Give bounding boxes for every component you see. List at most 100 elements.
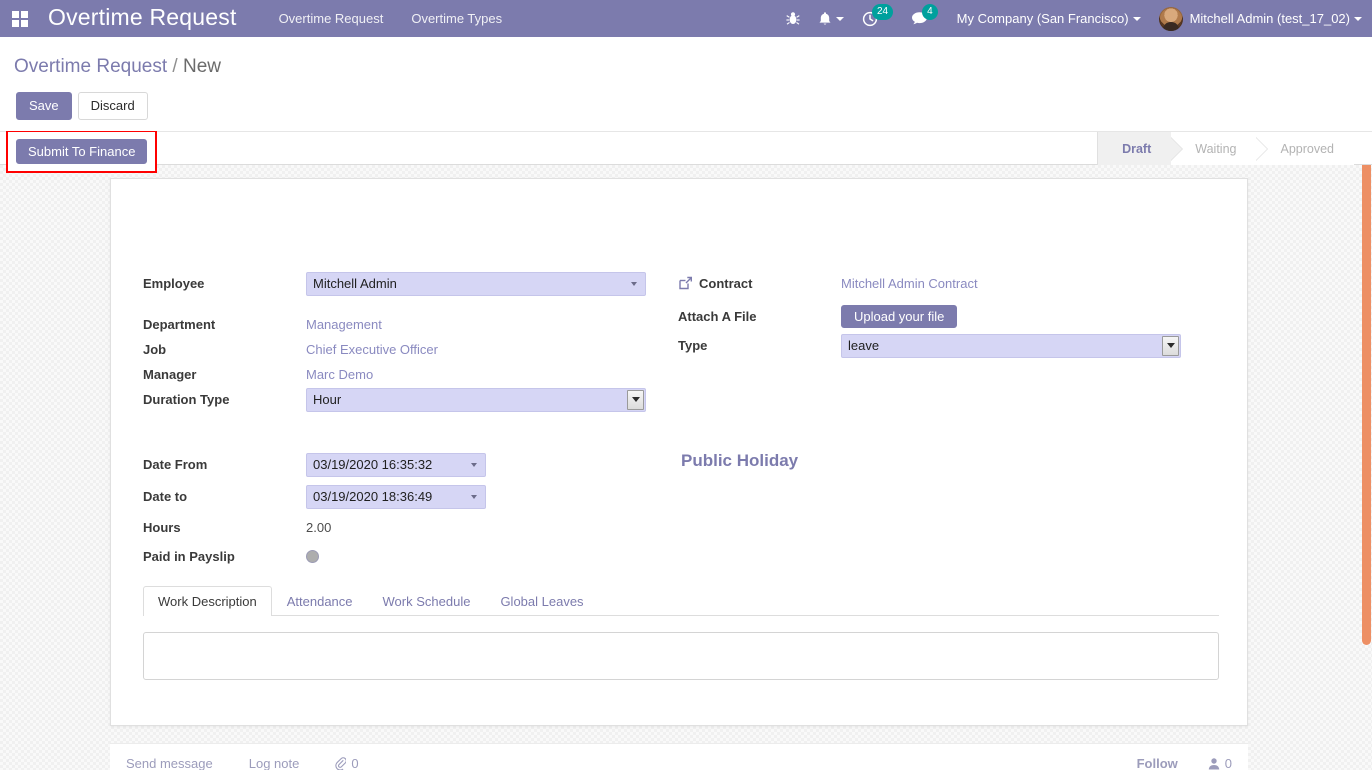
odoo-app-window: Overtime Request Overtime Request Overti… bbox=[0, 0, 1372, 770]
breadcrumb-separator: / bbox=[172, 56, 178, 77]
form-sheet-area: Employee Mitchell Admin Department Manag… bbox=[0, 165, 1372, 740]
field-manager: Manager Marc Demo bbox=[143, 362, 678, 387]
job-value: Chief Executive Officer bbox=[306, 342, 438, 357]
external-link-icon[interactable] bbox=[678, 276, 693, 291]
form-field-grid: Employee Mitchell Admin Department Manag… bbox=[143, 271, 1213, 569]
field-attach-a-file-label: Attach A File bbox=[678, 309, 757, 324]
follow-button[interactable]: Follow bbox=[1137, 756, 1178, 770]
chatter-bar: Send message Log note 0 Follow 0 bbox=[110, 743, 1248, 770]
tab-global-leaves[interactable]: Global Leaves bbox=[485, 586, 598, 616]
chatter-right-group: Follow 0 bbox=[1137, 756, 1232, 770]
tab-attendance[interactable]: Attendance bbox=[272, 586, 368, 616]
field-contract-label: Contract bbox=[678, 276, 841, 291]
type-value: leave bbox=[848, 338, 880, 353]
bell-icon bbox=[819, 11, 831, 25]
manager-value: Marc Demo bbox=[306, 367, 374, 382]
tab-work-schedule[interactable]: Work Schedule bbox=[368, 586, 486, 616]
contract-value[interactable]: Mitchell Admin Contract bbox=[841, 276, 978, 291]
status-draft[interactable]: Draft bbox=[1097, 132, 1184, 165]
field-duration-type: Duration Type Hour bbox=[143, 387, 678, 412]
user-icon bbox=[1208, 758, 1219, 770]
date-from-value: 03/19/2020 16:35:32 bbox=[313, 457, 433, 472]
discard-button[interactable]: Discard bbox=[77, 92, 148, 120]
field-date-from: Date From 03/19/2020 16:35:32 bbox=[143, 452, 678, 477]
menu-overtime-request[interactable]: Overtime Request bbox=[265, 0, 398, 37]
date-to-input[interactable]: 03/19/2020 18:36:49 bbox=[306, 484, 486, 509]
followers-count: 0 bbox=[1224, 756, 1232, 770]
contract-label-text: Contract bbox=[699, 276, 753, 291]
statusbar: Draft Waiting Approved bbox=[1097, 132, 1354, 165]
date-from-input[interactable]: 03/19/2020 16:35:32 bbox=[306, 452, 486, 477]
type-select[interactable]: leave bbox=[841, 333, 1181, 358]
record-buttons: Save Discard bbox=[16, 92, 148, 120]
duration-type-value: Hour bbox=[313, 392, 342, 407]
messages-button[interactable]: 4 bbox=[902, 3, 947, 27]
bug-icon bbox=[786, 12, 800, 25]
paperclip-icon bbox=[335, 757, 347, 770]
followers-button[interactable]: 0 bbox=[1208, 756, 1232, 770]
chevron-down-icon bbox=[1354, 16, 1362, 21]
navbar-right-group: 24 4 My Company (San Francisco) Mitchell… bbox=[777, 3, 1372, 31]
activities-count-badge: 24 bbox=[871, 3, 894, 20]
avatar bbox=[1158, 6, 1183, 31]
send-message-button[interactable]: Send message bbox=[126, 756, 213, 770]
menu-overtime-types[interactable]: Overtime Types bbox=[397, 0, 516, 37]
submit-highlight-box: Submit To Finance bbox=[6, 130, 158, 173]
submit-to-finance-button[interactable]: Submit To Finance bbox=[16, 139, 148, 164]
duration-type-select[interactable]: Hour bbox=[306, 387, 646, 412]
work-description-textarea[interactable] bbox=[143, 632, 1219, 680]
chevron-down-icon bbox=[471, 494, 477, 499]
activity-bell-button[interactable] bbox=[809, 11, 853, 27]
field-job-label: Job bbox=[143, 342, 167, 357]
field-hours: Hours 2.00 bbox=[143, 515, 678, 540]
apps-menu-button[interactable] bbox=[0, 0, 40, 37]
field-contract: Contract Mitchell Admin Contract bbox=[678, 271, 1213, 296]
field-manager-label: Manager bbox=[143, 367, 197, 382]
notebook-tabs: Work Description Attendance Work Schedul… bbox=[143, 585, 1219, 616]
field-paid-in-payslip: Paid in Payslip bbox=[143, 544, 678, 569]
field-paid-in-payslip-label: Paid in Payslip bbox=[143, 549, 235, 564]
paid-in-payslip-toggle[interactable] bbox=[306, 550, 319, 563]
scrollbar-thumb[interactable] bbox=[1362, 135, 1371, 645]
control-panel: Overtime Request / New Save Discard bbox=[0, 37, 1372, 131]
vertical-scrollbar[interactable] bbox=[1361, 131, 1372, 770]
breadcrumb: Overtime Request / New bbox=[14, 56, 221, 78]
chevron-down-icon bbox=[627, 389, 644, 410]
public-holiday-section-title: Public Holiday bbox=[681, 451, 799, 470]
form-sheet: Employee Mitchell Admin Department Manag… bbox=[110, 178, 1248, 726]
form-action-row: Submit To Finance Draft Waiting Approved bbox=[0, 130, 1372, 173]
company-switcher[interactable]: My Company (San Francisco) bbox=[947, 11, 1151, 26]
activities-button[interactable]: 24 bbox=[853, 3, 902, 27]
tab-work-description[interactable]: Work Description bbox=[143, 586, 272, 616]
user-name: Mitchell Admin (test_17_02) bbox=[1189, 11, 1350, 26]
attachments-button[interactable]: 0 bbox=[335, 756, 359, 770]
log-note-button[interactable]: Log note bbox=[249, 756, 300, 770]
upload-your-file-button[interactable]: Upload your file bbox=[841, 305, 958, 328]
save-button[interactable]: Save bbox=[16, 92, 72, 120]
form-right-column: Contract Mitchell Admin Contract Attach … bbox=[678, 271, 1213, 569]
company-name: My Company (San Francisco) bbox=[956, 11, 1129, 26]
hours-value: 2.00 bbox=[306, 520, 332, 535]
employee-input[interactable]: Mitchell Admin bbox=[306, 271, 646, 296]
field-date-from-label: Date From bbox=[143, 457, 208, 472]
debug-menu-button[interactable] bbox=[777, 11, 809, 26]
date-to-value: 03/19/2020 18:36:49 bbox=[313, 489, 433, 504]
chevron-down-icon bbox=[835, 16, 844, 21]
field-date-to-label: Date to bbox=[143, 489, 188, 504]
user-menu[interactable]: Mitchell Admin (test_17_02) bbox=[1151, 6, 1362, 31]
grid-apps-icon bbox=[12, 10, 28, 27]
status-approved[interactable]: Approved bbox=[1256, 132, 1354, 165]
notebook: Work Description Attendance Work Schedul… bbox=[143, 585, 1219, 680]
field-type: Type leave bbox=[678, 333, 1213, 358]
notebook-page-work-description bbox=[143, 616, 1219, 680]
breadcrumb-root[interactable]: Overtime Request bbox=[14, 56, 167, 77]
field-job: Job Chief Executive Officer bbox=[143, 337, 678, 362]
employee-value: Mitchell Admin bbox=[313, 276, 397, 291]
breadcrumb-current: New bbox=[182, 56, 221, 77]
field-employee: Employee Mitchell Admin bbox=[143, 271, 678, 296]
chevron-down-icon bbox=[631, 281, 637, 286]
chevron-down-icon bbox=[1132, 16, 1141, 21]
field-date-to: Date to 03/19/2020 18:36:49 bbox=[143, 484, 678, 509]
field-employee-label: Employee bbox=[143, 276, 205, 291]
status-waiting[interactable]: Waiting bbox=[1171, 132, 1269, 165]
